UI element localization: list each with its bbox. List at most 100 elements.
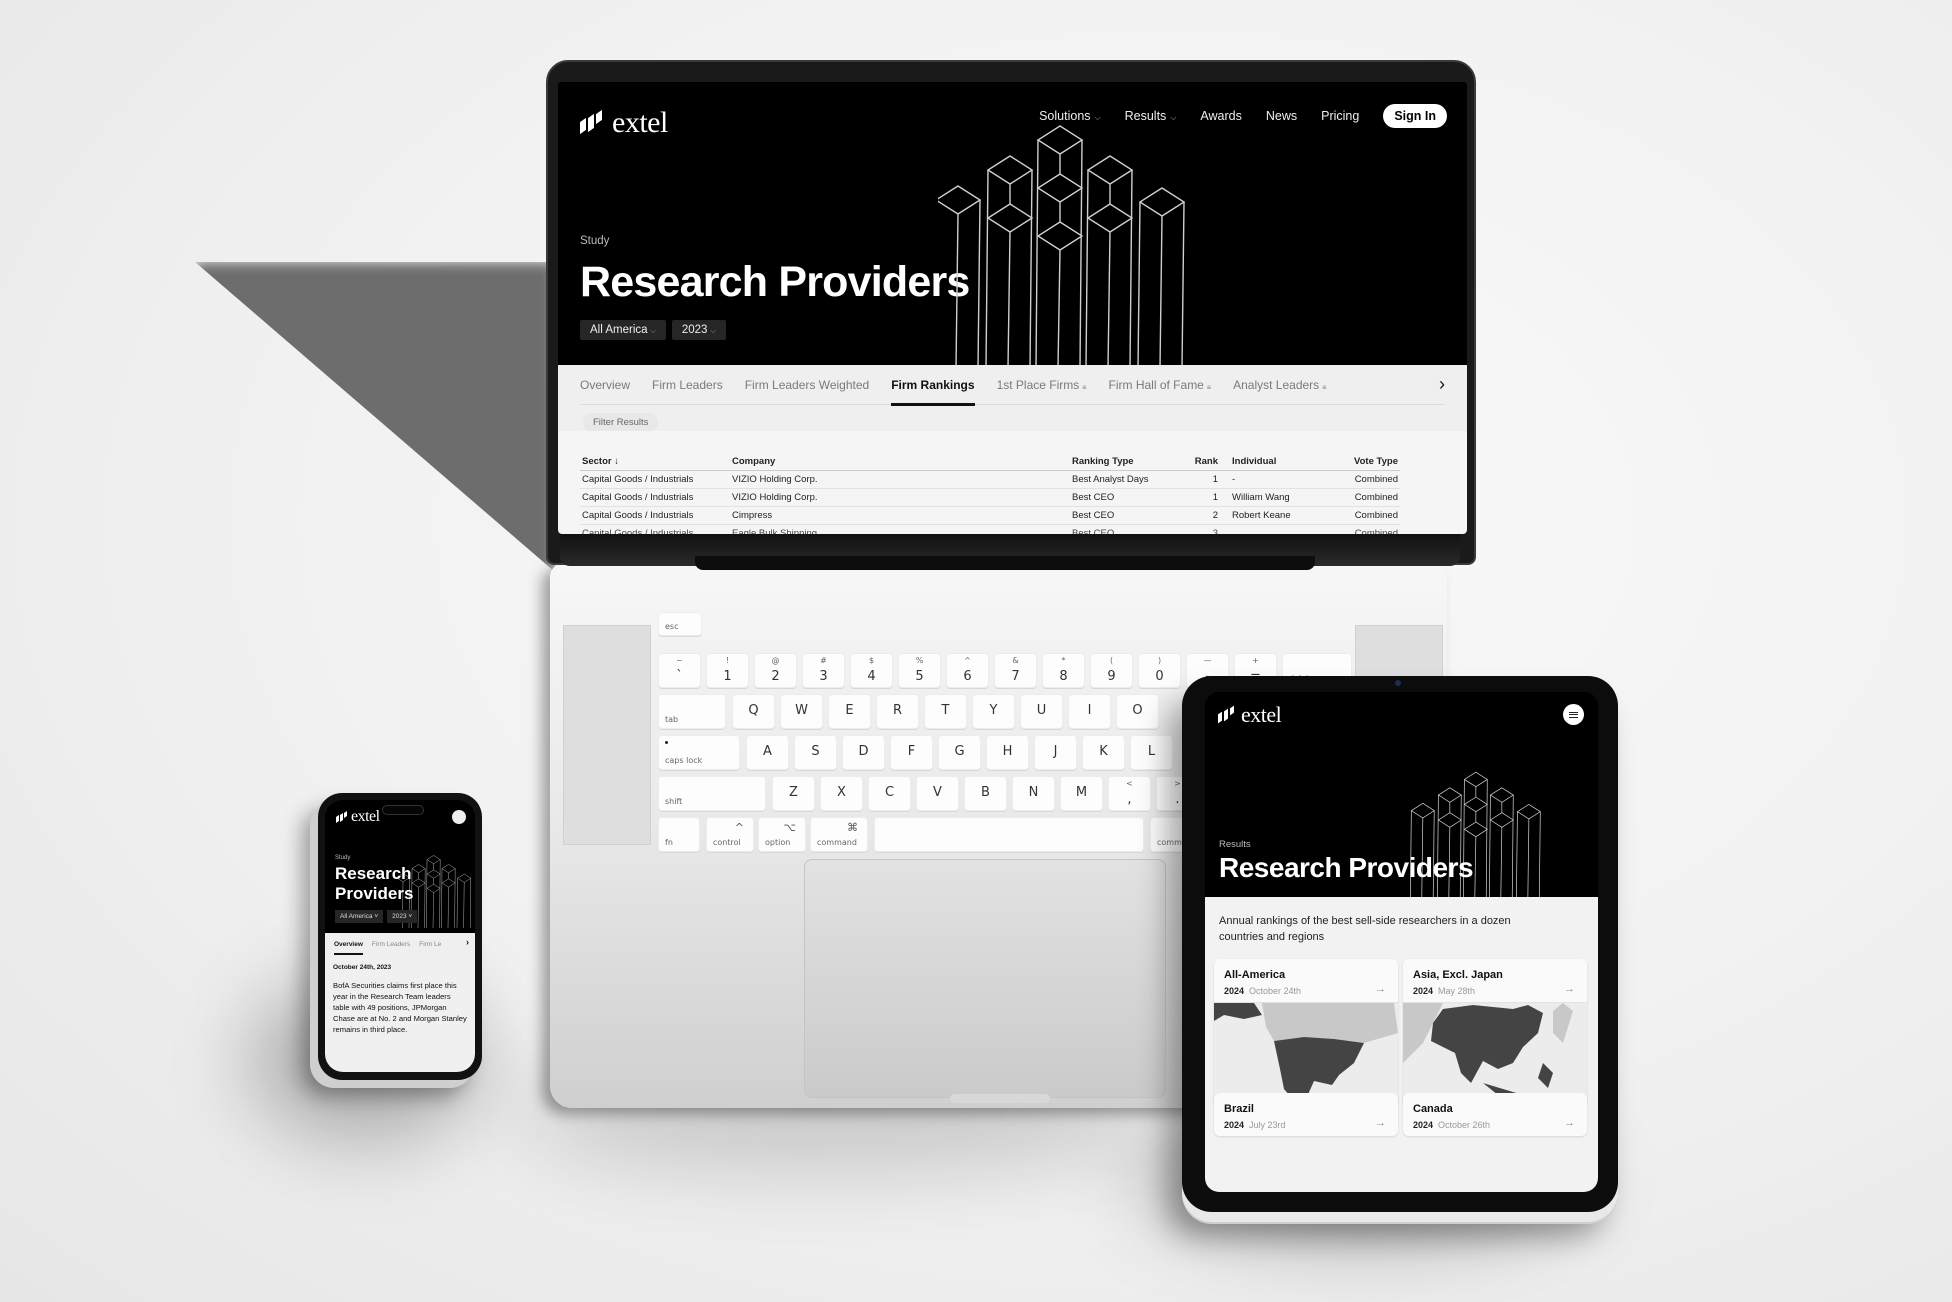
key-z[interactable]: Z xyxy=(772,776,815,811)
tablet-hero: extel Results Research Providers xyxy=(1205,692,1598,898)
tab-firm-leaders-weighted[interactable]: Firm Leaders Weighted xyxy=(745,365,870,405)
cell-company: VIZIO Holding Corp. xyxy=(730,470,1070,489)
region-card-asia-excl-japan[interactable]: Asia, Excl. Japan 2024 May 28th → xyxy=(1403,959,1587,1106)
key-caps-lock[interactable]: caps lock xyxy=(658,735,740,770)
key-2[interactable]: @2 xyxy=(754,653,797,688)
year-dropdown[interactable]: 2023 ˅ xyxy=(387,910,418,923)
key-4[interactable]: $4 xyxy=(850,653,893,688)
hamburger-menu-icon[interactable] xyxy=(1563,704,1584,725)
nav-awards[interactable]: Awards xyxy=(1200,109,1241,123)
key-b[interactable]: B xyxy=(964,776,1007,811)
key-x[interactable]: X xyxy=(820,776,863,811)
key-r[interactable]: R xyxy=(876,694,919,729)
table-row[interactable]: Capital Goods / Industrials Cimpress Best … xyxy=(580,506,1400,525)
arrow-right-icon[interactable]: → xyxy=(1375,983,1386,995)
key-shift[interactable]: shift xyxy=(658,776,766,811)
sign-in-button[interactable]: Sign In xyxy=(1383,104,1447,128)
key-space[interactable] xyxy=(874,817,1144,852)
tab-firm-hall-of-fame[interactable]: Firm Hall of Fame 🔒︎ xyxy=(1109,365,1212,405)
table-row[interactable]: Capital Goods / Industrials VIZIO Holding… xyxy=(580,470,1400,489)
key-j[interactable]: J xyxy=(1034,735,1077,770)
key-command[interactable]: command ⌘ xyxy=(810,817,868,852)
column-sector[interactable]: Sector ↓ xyxy=(580,453,730,471)
key-g[interactable]: G xyxy=(938,735,981,770)
region-card-brazil[interactable]: Brazil 2024 July 23rd → xyxy=(1214,1093,1398,1136)
key-9[interactable]: (9 xyxy=(1090,653,1133,688)
column-company[interactable]: Company xyxy=(730,453,1070,471)
iso-column xyxy=(1035,125,1084,368)
filter-results-button[interactable]: Filter Results xyxy=(583,413,659,432)
extel-logo-icon xyxy=(1217,705,1235,724)
page-eyebrow: Results xyxy=(1219,839,1251,850)
extel-logo[interactable]: extel xyxy=(1217,702,1282,728)
key-tab[interactable]: tab xyxy=(658,694,726,729)
key-5[interactable]: % 5 xyxy=(898,653,941,688)
extel-logo[interactable]: extel xyxy=(335,808,380,826)
key-k[interactable]: K xyxy=(1082,735,1125,770)
table-row[interactable]: Capital Goods / Industrials Eagle Bulk Sh… xyxy=(580,524,1400,534)
year-dropdown[interactable]: 2023 ⌵ xyxy=(671,320,726,340)
key-e[interactable]: E xyxy=(828,694,871,729)
hamburger-menu-icon[interactable] xyxy=(452,810,466,824)
key-a[interactable]: A xyxy=(746,735,789,770)
key-i[interactable]: I xyxy=(1068,694,1111,729)
key-1[interactable]: ! 1 xyxy=(706,653,749,688)
key-6[interactable]: ^ 6 xyxy=(946,653,989,688)
tab-analyst-leaders[interactable]: Analyst Leaders 🔒︎ xyxy=(1233,365,1326,405)
key-3[interactable]: #3 xyxy=(802,653,845,688)
region-dropdown[interactable]: All America ˅ xyxy=(335,910,384,923)
nav-news[interactable]: News xyxy=(1266,109,1297,123)
arrow-right-icon[interactable]: → xyxy=(1564,983,1575,995)
key-o[interactable]: O xyxy=(1116,694,1159,729)
key-m[interactable]: M xyxy=(1060,776,1103,811)
tab-firm-rankings[interactable]: Firm Rankings xyxy=(891,365,975,406)
chevron-right-icon[interactable]: › xyxy=(1439,374,1445,395)
key-c[interactable]: C xyxy=(868,776,911,811)
arrow-right-icon[interactable]: → xyxy=(1375,1117,1386,1129)
tab-firm-leaders-weighted[interactable]: Firm Le xyxy=(419,941,441,948)
key-n[interactable]: N xyxy=(1012,776,1055,811)
column-vote-type[interactable]: Vote Type xyxy=(1330,453,1400,471)
region-card-header: Brazil 2024 July 23rd → xyxy=(1214,1093,1398,1136)
table-row[interactable]: Capital Goods / Industrials VIZIO Holding… xyxy=(580,488,1400,507)
key-l[interactable]: L xyxy=(1130,735,1173,770)
extel-logo[interactable]: extel xyxy=(578,106,668,140)
column-ranking-type[interactable]: Ranking Type xyxy=(1070,453,1190,471)
key-s[interactable]: S xyxy=(794,735,837,770)
region-card-all-america[interactable]: All-America 2024 October 24th → xyxy=(1214,959,1398,1106)
tab-1st-place-firms[interactable]: 1st Place Firms 🔒︎ xyxy=(997,365,1087,405)
chevron-down-icon: ⌵ xyxy=(650,328,656,335)
key-[interactable]: ~ ` xyxy=(658,653,701,688)
key-option[interactable]: option ⌥ xyxy=(758,817,806,852)
key-control[interactable]: control ^ xyxy=(706,817,754,852)
key-esc[interactable]: esc xyxy=(658,612,702,636)
key-q[interactable]: Q xyxy=(732,694,775,729)
nav-pricing[interactable]: Pricing xyxy=(1321,109,1359,123)
key-7[interactable]: & 7 xyxy=(994,653,1037,688)
tab-overview[interactable]: Overview xyxy=(580,365,630,405)
key-8[interactable]: * 8 xyxy=(1042,653,1085,688)
key-u[interactable]: U xyxy=(1020,694,1063,729)
trackpad[interactable] xyxy=(804,859,1166,1098)
cell-sector: Capital Goods / Industrials xyxy=(580,506,730,525)
key-[interactable]: <, xyxy=(1108,776,1151,811)
key-d[interactable]: D xyxy=(842,735,885,770)
key-v[interactable]: V xyxy=(916,776,959,811)
key-legend: S xyxy=(811,744,820,759)
tab-firm-leaders[interactable]: Firm Leaders xyxy=(652,365,723,405)
arrow-right-icon[interactable]: → xyxy=(1564,1117,1575,1129)
chevron-right-icon[interactable]: › xyxy=(466,937,469,947)
key-fn[interactable]: fn xyxy=(658,817,700,852)
region-card-canada[interactable]: Canada 2024 October 26th → xyxy=(1403,1093,1587,1136)
key-t[interactable]: T xyxy=(924,694,967,729)
tab-overview[interactable]: Overview xyxy=(334,941,363,955)
key-f[interactable]: F xyxy=(890,735,933,770)
key-w[interactable]: W xyxy=(780,694,823,729)
column-individual[interactable]: Individual xyxy=(1230,453,1330,471)
tab-firm-leaders[interactable]: Firm Leaders xyxy=(372,941,410,948)
region-dropdown[interactable]: All America ⌵ xyxy=(580,320,666,340)
key-0[interactable]: ) 0 xyxy=(1138,653,1181,688)
key-y[interactable]: Y xyxy=(972,694,1015,729)
column-rank[interactable]: Rank xyxy=(1190,453,1230,471)
key-h[interactable]: H xyxy=(986,735,1029,770)
